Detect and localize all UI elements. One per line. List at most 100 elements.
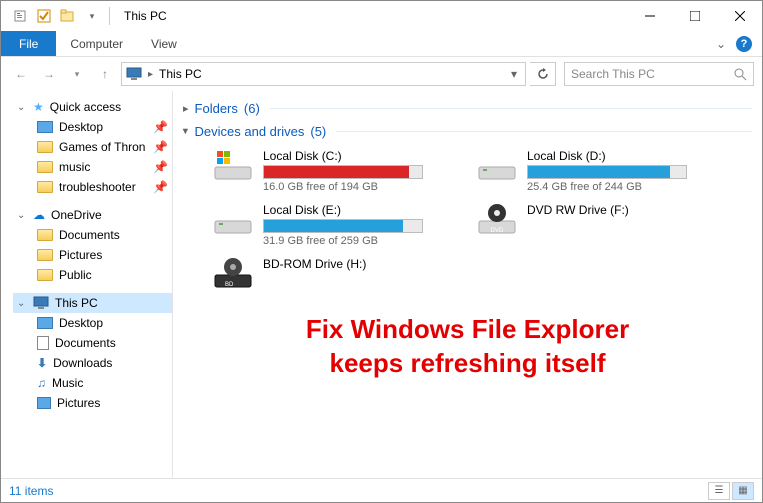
checkbox-icon[interactable] [33, 5, 55, 27]
file-tab[interactable]: File [1, 31, 56, 56]
breadcrumb-dropdown-icon[interactable]: ▸ [148, 69, 153, 80]
title-bar: ▾ This PC [1, 1, 762, 31]
minimize-button[interactable] [627, 1, 672, 31]
address-dropdown-icon[interactable]: ▾ [507, 67, 521, 81]
svg-text:DVD: DVD [491, 228, 504, 234]
drive-free-text: 25.4 GB free of 244 GB [527, 181, 717, 193]
sidebar-item-pictures[interactable]: Pictures [33, 393, 172, 413]
star-icon: ★ [33, 100, 44, 114]
folder-icon [37, 161, 53, 173]
usage-bar [263, 165, 423, 179]
tab-view[interactable]: View [137, 31, 191, 56]
sidebar-onedrive[interactable]: ⌄ ☁ OneDrive [13, 205, 172, 225]
folder-icon [37, 181, 53, 193]
sidebar-item-documents[interactable]: Documents [33, 225, 172, 245]
drive-item[interactable]: Local Disk (C:) 16.0 GB free of 194 GB [213, 149, 453, 193]
music-icon: ♫ [37, 376, 46, 390]
drive-icon [477, 149, 517, 181]
pin-icon: 📌 [153, 140, 168, 154]
drive-name: Local Disk (D:) [527, 149, 717, 163]
desktop-icon [37, 317, 53, 329]
chevron-down-icon: ⌄ [17, 298, 27, 309]
sidebar-item-documents[interactable]: Documents [33, 333, 172, 353]
sidebar-item-music[interactable]: music📌 [33, 157, 172, 177]
search-placeholder: Search This PC [571, 67, 733, 81]
chevron-down-icon: ⌄ [17, 102, 27, 113]
pin-icon: 📌 [153, 120, 168, 134]
refresh-button[interactable] [530, 62, 556, 86]
sidebar-item-public[interactable]: Public [33, 265, 172, 285]
help-icon[interactable]: ? [736, 36, 752, 52]
window-controls [627, 1, 762, 31]
sidebar-item-desktop[interactable]: Desktop [33, 313, 172, 333]
drive-free-text: 16.0 GB free of 194 GB [263, 181, 453, 193]
sidebar-item-downloads[interactable]: ⬇Downloads [33, 353, 172, 373]
sidebar-this-pc[interactable]: ⌄ This PC [13, 293, 172, 313]
folder-icon [37, 249, 53, 261]
nav-bar: ← → ▾ ↑ ▸ This PC ▾ Search This PC [1, 57, 762, 91]
forward-button[interactable]: → [37, 62, 61, 86]
drive-icon: DVD [477, 203, 517, 235]
close-button[interactable] [717, 1, 762, 31]
ribbon-collapse-icon[interactable]: ⌄ [716, 37, 726, 51]
drive-free-text: 31.9 GB free of 259 GB [263, 235, 453, 247]
item-count: 11 items [9, 484, 53, 498]
usage-bar [527, 165, 687, 179]
usage-bar [263, 219, 423, 233]
download-icon: ⬇ [37, 356, 47, 370]
nav-tree: ⌄ ★ Quick access Desktop📌 Games of Thron… [1, 91, 173, 478]
drive-icon [213, 149, 253, 181]
qa-dropdown-icon[interactable]: ▾ [81, 5, 103, 27]
overlay-text: Fix Windows File Explorer keeps refreshi… [183, 313, 752, 381]
folder-icon [37, 229, 53, 241]
drive-item[interactable]: Local Disk (D:) 25.4 GB free of 244 GB [477, 149, 717, 193]
tiles-view-button[interactable]: ▦ [732, 482, 754, 500]
pin-icon: 📌 [153, 160, 168, 174]
sidebar-item-music[interactable]: ♫Music [33, 373, 172, 393]
svg-text:BD: BD [225, 282, 234, 288]
drive-item[interactable]: Local Disk (E:) 31.9 GB free of 259 GB [213, 203, 453, 247]
address-text: This PC [159, 67, 501, 81]
search-input[interactable]: Search This PC [564, 62, 754, 86]
tab-computer[interactable]: Computer [56, 31, 137, 56]
pin-icon: 📌 [153, 180, 168, 194]
drive-icon [213, 203, 253, 235]
sidebar-quick-access[interactable]: ⌄ ★ Quick access [13, 97, 172, 117]
cloud-icon: ☁ [33, 208, 45, 222]
drive-name: Local Disk (C:) [263, 149, 453, 163]
up-button[interactable]: ↑ [93, 62, 117, 86]
group-folders[interactable]: ▸ Folders (6) [183, 97, 752, 120]
properties-icon[interactable] [9, 5, 31, 27]
search-icon [733, 67, 747, 81]
status-bar: 11 items ☰ ▦ [1, 478, 762, 502]
sidebar-item-games[interactable]: Games of Thron📌 [33, 137, 172, 157]
details-view-button[interactable]: ☰ [708, 482, 730, 500]
address-bar[interactable]: ▸ This PC ▾ [121, 62, 526, 86]
quick-access-toolbar: ▾ [1, 5, 103, 27]
drive-icon: BD [213, 257, 253, 289]
drive-item[interactable]: DVD DVD RW Drive (F:) [477, 203, 717, 247]
recent-dropdown-icon[interactable]: ▾ [65, 62, 89, 86]
group-drives[interactable]: ▸ Devices and drives (5) [183, 120, 752, 143]
drive-name: DVD RW Drive (F:) [527, 203, 717, 217]
ribbon: File Computer View ⌄ ? [1, 31, 762, 57]
maximize-button[interactable] [672, 1, 717, 31]
back-button[interactable]: ← [9, 62, 33, 86]
pictures-icon [37, 397, 51, 409]
chevron-down-icon: ⌄ [17, 210, 27, 221]
chevron-right-icon: ▸ [183, 102, 189, 115]
content-pane: ▸ Folders (6) ▸ Devices and drives (5) L… [173, 91, 762, 478]
document-icon [37, 336, 49, 350]
drive-name: BD-ROM Drive (H:) [263, 257, 453, 271]
drive-name: Local Disk (E:) [263, 203, 453, 217]
pc-icon [126, 66, 142, 82]
drive-item[interactable]: BD BD-ROM Drive (H:) [213, 257, 453, 289]
sidebar-item-desktop[interactable]: Desktop📌 [33, 117, 172, 137]
sidebar-item-troubleshooter[interactable]: troubleshooter📌 [33, 177, 172, 197]
sidebar-item-pictures[interactable]: Pictures [33, 245, 172, 265]
desktop-icon [37, 121, 53, 133]
window-title: This PC [124, 9, 167, 23]
new-folder-icon[interactable] [57, 5, 79, 27]
folder-icon [37, 141, 53, 153]
folder-icon [37, 269, 53, 281]
